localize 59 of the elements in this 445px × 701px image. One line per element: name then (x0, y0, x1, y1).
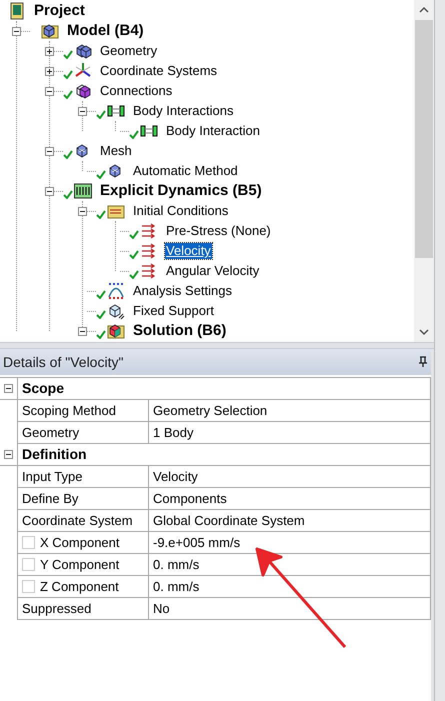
collapse-toggle[interactable] (45, 146, 54, 156)
collapse-toggle[interactable] (45, 86, 54, 96)
property-value[interactable]: 0. mm/s (153, 576, 200, 596)
panel-title: Details of "Velocity" (3, 352, 124, 372)
tree-item[interactable]: Project (33, 3, 86, 19)
tree-item[interactable]: Angular Velocity (165, 263, 260, 279)
checkbox[interactable] (22, 580, 35, 593)
tree-item[interactable]: Automatic Method (132, 163, 239, 179)
property-name: Z Component (40, 578, 119, 596)
property-name: Define By (22, 490, 78, 508)
cube-icon (107, 302, 125, 320)
collapse-toggle[interactable] (45, 186, 54, 196)
property-name: Suppressed (22, 600, 92, 618)
tree-item[interactable]: Connections (99, 83, 174, 99)
property-value[interactable]: Velocity (153, 466, 198, 486)
property-name: Input Type (22, 468, 82, 486)
collapse-toggle[interactable] (4, 384, 13, 393)
tree-item[interactable]: Mesh (99, 143, 133, 159)
collapse-toggle[interactable] (78, 326, 87, 336)
tree-item[interactable]: Analysis Settings (132, 283, 233, 299)
dyn-icon (74, 182, 92, 200)
property-name: Coordinate System (22, 512, 133, 530)
property-value[interactable]: 1 Body (153, 422, 194, 442)
tree-item[interactable]: Coordinate Systems (99, 63, 218, 79)
book-icon (8, 2, 26, 20)
tree-item[interactable]: Pre-Stress (None) (165, 223, 272, 239)
folder-cube-icon (41, 22, 59, 40)
scrollbar[interactable] (414, 0, 434, 342)
tree-item[interactable]: Initial Conditions (132, 203, 230, 219)
tree-item[interactable]: Solution (B6) (132, 323, 228, 339)
pin-icon[interactable] (418, 356, 428, 368)
tree-item[interactable]: Velocity (165, 243, 212, 259)
folder-cube-icon (107, 322, 125, 340)
expand-toggle[interactable] (45, 46, 54, 56)
collapse-toggle[interactable] (4, 450, 13, 459)
collapse-toggle[interactable] (78, 106, 87, 116)
cubes-icon (74, 82, 92, 100)
tree-item[interactable]: Fixed Support (132, 303, 215, 319)
collapse-toggle[interactable] (12, 26, 21, 36)
bridge-icon (107, 282, 125, 300)
cubes-icon (74, 42, 92, 60)
property-name: Y Component (40, 556, 120, 574)
tree-item[interactable]: Model (B4) (66, 23, 145, 39)
property-value[interactable]: 0. mm/s (153, 554, 200, 574)
checkbox[interactable] (22, 558, 35, 571)
tree-item[interactable]: Body Interaction (165, 123, 261, 139)
tree-item[interactable]: Geometry (99, 43, 158, 59)
property-name: Geometry (22, 424, 80, 442)
checkbox[interactable] (22, 536, 35, 549)
property-name: X Component (40, 534, 120, 552)
scrollbar-thumb[interactable] (415, 20, 433, 258)
collapse-toggle[interactable] (78, 206, 87, 216)
property-value[interactable]: No (153, 598, 170, 618)
tree-item[interactable]: Body Interactions (132, 103, 234, 119)
group-header[interactable]: Definition (17, 444, 431, 465)
property-name: Scoping Method (22, 402, 116, 420)
group-header[interactable]: Scope (17, 378, 431, 399)
tree-item[interactable]: Explicit Dynamics (B5) (99, 183, 263, 199)
expand-toggle[interactable] (45, 66, 54, 76)
